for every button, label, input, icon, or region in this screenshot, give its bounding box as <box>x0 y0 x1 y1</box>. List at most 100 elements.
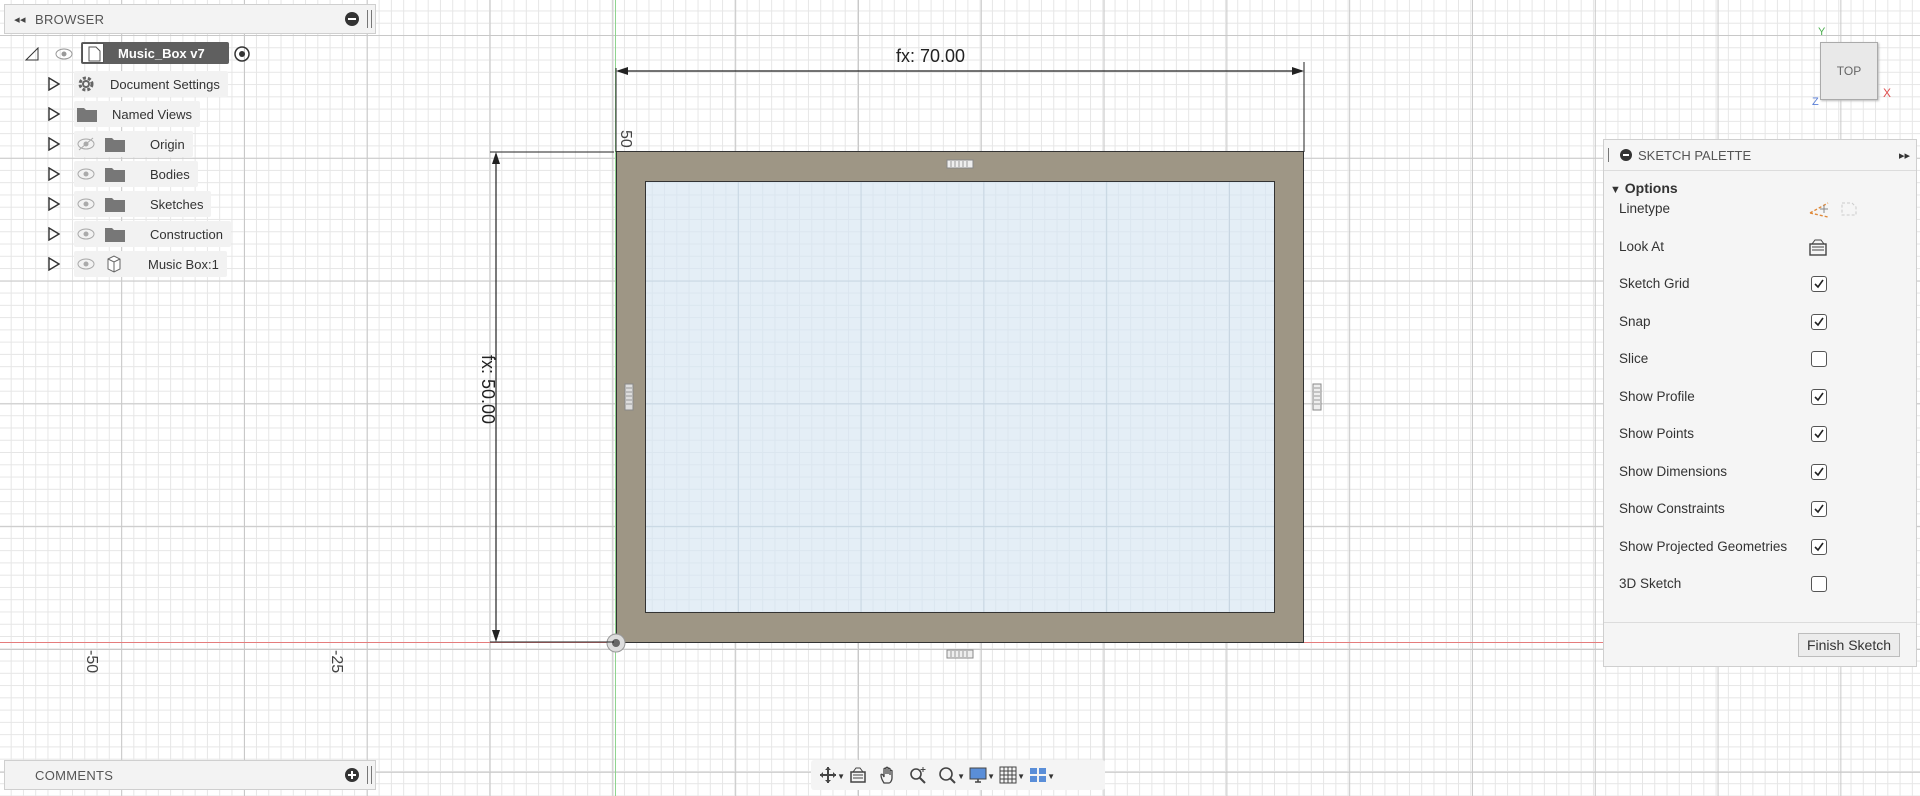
tree-item-document-settings[interactable]: Document Settings <box>0 70 380 98</box>
tree-node-box[interactable]: Named Views <box>74 101 200 127</box>
eye-icon[interactable] <box>76 227 98 241</box>
viewports-icon[interactable]: ▼ <box>1025 763 1055 787</box>
tree-item-origin[interactable]: Origin <box>0 130 380 158</box>
tree-item-music-box-1[interactable]: Music Box:1 <box>0 250 380 278</box>
look-at-icon[interactable] <box>1808 237 1828 257</box>
tree-node-box[interactable]: Construction <box>74 221 231 247</box>
grip-handle[interactable] <box>367 10 372 28</box>
palette-row-show-points[interactable]: Show Points <box>1604 415 1916 452</box>
tree-item-named-views[interactable]: Named Views <box>0 100 380 128</box>
checkbox[interactable] <box>1811 538 1827 555</box>
palette-row-show-profile[interactable]: Show Profile <box>1604 378 1916 415</box>
eye-icon[interactable] <box>54 47 74 61</box>
construction-linetype-icon[interactable] <box>1808 199 1830 219</box>
folder-icon <box>76 105 98 123</box>
sketch-profile[interactable] <box>645 181 1275 613</box>
active-radio-icon[interactable] <box>233 45 251 63</box>
document-icon <box>82 43 104 63</box>
checkbox[interactable] <box>1811 388 1827 405</box>
axis-label-minus50: -50 <box>83 650 100 674</box>
width-dimension-label[interactable]: fx: 70.00 <box>896 46 965 67</box>
expand-triangle-icon[interactable] <box>48 137 60 151</box>
tree-node-box[interactable]: Music Box:1 <box>74 251 227 277</box>
centerline-linetype-icon[interactable] <box>1838 199 1860 219</box>
tree-item-sketches[interactable]: Sketches <box>0 190 380 218</box>
grid-settings-icon[interactable]: ▼ <box>995 763 1025 787</box>
palette-row-snap[interactable]: Snap <box>1604 303 1916 340</box>
display-settings-icon[interactable]: ▼ <box>965 763 995 787</box>
eye-hidden-icon[interactable] <box>76 137 98 151</box>
gear-icon <box>76 74 96 94</box>
checkbox[interactable] <box>1811 350 1827 367</box>
expand-icon[interactable]: ▸▸ <box>1899 149 1910 162</box>
checkbox[interactable] <box>1811 575 1827 592</box>
tree-item-label: Music Box:1 <box>148 256 219 272</box>
grip-handle[interactable] <box>367 766 372 784</box>
expand-triangle-icon[interactable] <box>48 257 60 271</box>
eye-icon[interactable] <box>76 167 98 181</box>
width-dimension[interactable] <box>610 60 1310 155</box>
add-comment-icon[interactable] <box>345 768 359 782</box>
navigation-toolbar: ▼ ▼ ▼ ▼ ▼ <box>811 760 1105 790</box>
height-dimension-label[interactable]: fx: 50.00 <box>477 355 498 424</box>
tree-root[interactable]: Music_Box v7 <box>0 40 380 68</box>
horizontal-constraint-icon[interactable] <box>946 158 974 170</box>
eye-icon[interactable] <box>76 197 98 211</box>
look-at-icon[interactable] <box>845 763 871 787</box>
viewcube-face-top[interactable]: TOP <box>1820 42 1878 100</box>
expand-triangle-icon[interactable] <box>48 227 60 241</box>
palette-row-show-constraints[interactable]: Show Constraints <box>1604 490 1916 527</box>
horizontal-constraint-icon[interactable] <box>946 648 974 660</box>
tree-item-construction[interactable]: Construction <box>0 220 380 248</box>
sketch-palette: SKETCH PALETTE ▸▸ ▼ Options Linetype Look… <box>1603 139 1917 667</box>
palette-header[interactable]: SKETCH PALETTE ▸▸ <box>1604 140 1916 171</box>
collapse-triangle-icon[interactable] <box>25 47 39 61</box>
expand-triangle-icon[interactable] <box>48 107 60 121</box>
finish-sketch-button[interactable]: Finish Sketch <box>1798 633 1900 657</box>
checkbox[interactable] <box>1811 425 1827 442</box>
expand-triangle-icon[interactable] <box>48 167 60 181</box>
eye-icon[interactable] <box>76 257 98 271</box>
palette-row-slice[interactable]: Slice <box>1604 340 1916 377</box>
vertical-constraint-icon[interactable] <box>623 383 635 411</box>
checkbox[interactable] <box>1811 463 1827 480</box>
tree-item-bodies[interactable]: Bodies <box>0 160 380 188</box>
palette-row-show-projected-geometries[interactable]: Show Projected Geometries <box>1604 528 1916 565</box>
zoom-icon[interactable] <box>905 763 931 787</box>
pan-hand-icon[interactable] <box>875 763 901 787</box>
tree-item-label: Construction <box>150 226 223 242</box>
viewcube[interactable]: TOP Y X Z <box>1805 26 1895 108</box>
height-dimension[interactable] <box>486 146 616 648</box>
collapse-icon[interactable]: ◂◂ <box>5 13 35 26</box>
root-node-label: Music_Box v7 <box>118 45 205 61</box>
grip-handle[interactable] <box>1608 148 1612 162</box>
folder-icon <box>104 165 126 183</box>
root-node-box[interactable]: Music_Box v7 <box>81 42 229 64</box>
minimize-icon[interactable] <box>1620 149 1632 161</box>
comments-title: COMMENTS <box>35 767 114 783</box>
checkbox[interactable] <box>1811 313 1827 330</box>
tree-node-box[interactable]: Bodies <box>74 161 198 187</box>
viewcube-x-axis: X <box>1883 86 1892 100</box>
tree-node-box[interactable]: Document Settings <box>74 71 228 97</box>
minimize-icon[interactable] <box>345 12 359 26</box>
tree-node-box[interactable]: Origin <box>74 131 193 157</box>
palette-row-sketch-grid[interactable]: Sketch Grid <box>1604 265 1916 302</box>
tree-item-label: Bodies <box>150 166 190 182</box>
palette-row-3d-sketch[interactable]: 3D Sketch <box>1604 565 1916 602</box>
browser-header[interactable]: ◂◂ BROWSER <box>4 4 376 34</box>
palette-row-show-dimensions[interactable]: Show Dimensions <box>1604 453 1916 490</box>
expand-triangle-icon[interactable] <box>48 197 60 211</box>
checkbox[interactable] <box>1811 275 1827 292</box>
checkbox[interactable] <box>1811 500 1827 517</box>
orbit-icon[interactable]: ▼ <box>815 763 845 787</box>
palette-row-label: Linetype <box>1619 201 1671 216</box>
vertical-constraint-icon[interactable] <box>1311 383 1323 411</box>
folder-icon <box>104 135 126 153</box>
palette-row-label: Slice <box>1619 351 1649 366</box>
comments-header[interactable]: COMMENTS <box>4 760 376 790</box>
tree-node-box[interactable]: Sketches <box>74 191 212 217</box>
fit-icon[interactable]: ▼ <box>935 763 965 787</box>
expand-triangle-icon[interactable] <box>48 77 60 91</box>
viewcube-y-axis: Y <box>1818 26 1826 38</box>
